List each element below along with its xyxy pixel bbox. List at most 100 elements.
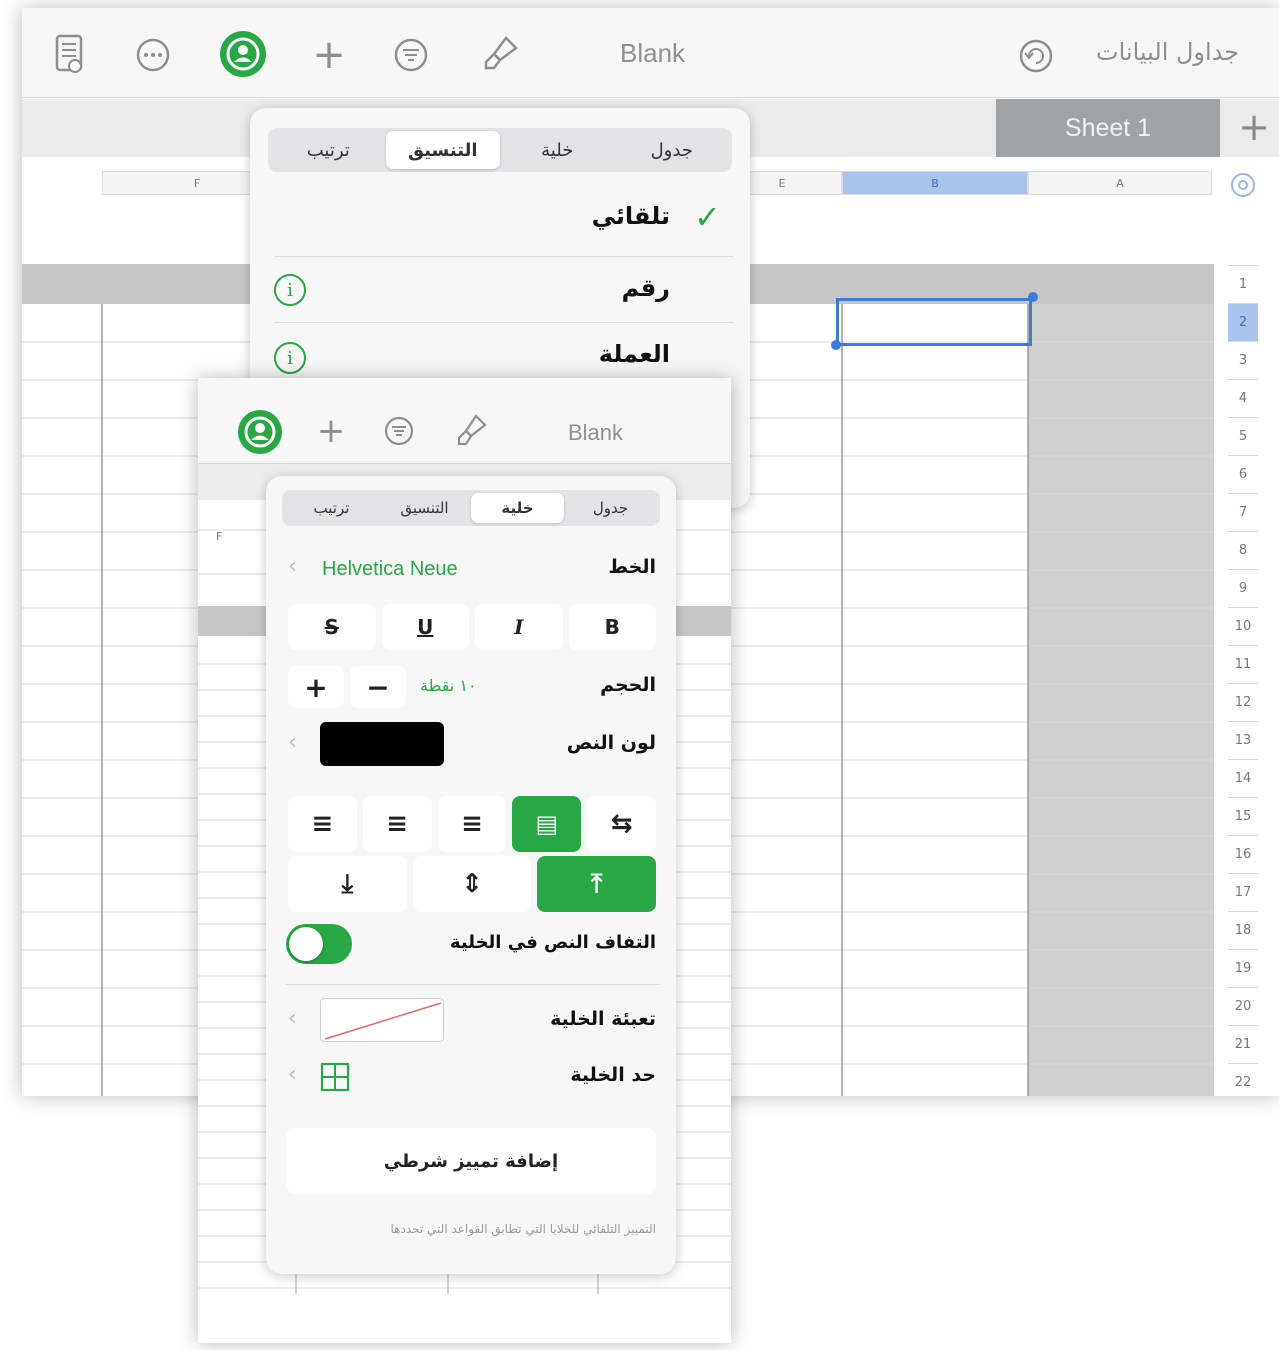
sheet-tab[interactable]: Sheet 1 <box>996 99 1220 157</box>
chevron-left-icon: ‹ <box>288 1006 297 1031</box>
chevron-left-icon: ‹ <box>288 554 297 579</box>
size-decrease-button[interactable]: − <box>350 666 406 708</box>
collaborate-icon[interactable] <box>236 408 284 456</box>
tab-cell[interactable]: خلية <box>471 493 564 523</box>
align-left-icon[interactable]: ≡ <box>288 796 357 852</box>
font-size-value: ١٠ نقطة <box>420 676 477 695</box>
selection-handle-top[interactable] <box>1028 292 1038 302</box>
row-header[interactable]: 17 <box>1228 874 1258 912</box>
tab-arrange[interactable]: ترتيب <box>271 131 386 169</box>
cell-border-icon[interactable] <box>318 1060 352 1094</box>
format-brush-icon[interactable] <box>478 32 522 76</box>
chevron-left-icon: ‹ <box>288 730 297 755</box>
align-right-icon[interactable]: ≡ <box>437 796 507 852</box>
main-toolbar: + Blank جداول البيانات <box>22 8 1279 98</box>
tab-format[interactable]: التنسيق <box>385 131 500 169</box>
row-header[interactable]: 6 <box>1228 456 1258 494</box>
row-header[interactable]: 15 <box>1228 798 1258 836</box>
select-all-icon[interactable] <box>1228 170 1258 200</box>
collaborate-icon[interactable] <box>218 29 268 79</box>
row-header[interactable]: 18 <box>1228 912 1258 950</box>
front-spreadsheet-window: + Blank F جدول خلية التنسيق ترتيب ‹ Helv… <box>198 378 731 1343</box>
row-header[interactable]: 16 <box>1228 836 1258 874</box>
front-toolbar: + Blank <box>198 378 731 464</box>
row-header[interactable]: 10 <box>1228 608 1258 646</box>
document-icon[interactable] <box>52 32 88 76</box>
horizontal-align-buttons: ≡ ≡ ≡ ▤ ⇆ <box>288 796 656 852</box>
row-header[interactable]: 1 <box>1228 266 1258 304</box>
info-icon[interactable]: i <box>274 342 306 374</box>
format-option-number[interactable]: رقم <box>622 274 670 302</box>
row-header[interactable]: 22 <box>1228 1064 1258 1096</box>
format-brush-icon[interactable] <box>452 412 490 450</box>
size-increase-button[interactable]: + <box>288 666 344 708</box>
format-option-automatic[interactable]: تلقائي <box>592 202 670 230</box>
row-header[interactable]: 7 <box>1228 494 1258 532</box>
filter-icon[interactable] <box>382 414 416 448</box>
italic-button[interactable]: I <box>475 604 563 650</box>
bold-button[interactable]: B <box>568 604 656 650</box>
selected-cell[interactable] <box>836 298 1032 346</box>
row-header[interactable]: 5 <box>1228 418 1258 456</box>
tab-cell[interactable]: خلية <box>500 131 615 169</box>
add-icon[interactable]: + <box>310 32 348 78</box>
align-bottom-icon[interactable]: ⤓ <box>288 856 407 912</box>
row-headers: 1 2 3 4 5 6 7 8 9 10 11 12 13 14 15 16 1… <box>1228 208 1258 1096</box>
cell-fill-label: تعبئة الخلية <box>550 1008 656 1030</box>
align-auto-icon[interactable]: ▤ <box>512 796 582 852</box>
app-title[interactable]: جداول البيانات <box>1096 38 1239 66</box>
cell-tab-bar: جدول خلية التنسيق ترتيب <box>282 490 660 526</box>
column-header-f[interactable]: F <box>216 530 222 543</box>
separator <box>286 984 660 985</box>
text-color-swatch[interactable] <box>320 722 444 766</box>
row-header[interactable]: 12 <box>1228 684 1258 722</box>
row-header[interactable]: 8 <box>1228 532 1258 570</box>
row-header[interactable]: 2 <box>1228 304 1258 342</box>
font-name[interactable]: Helvetica Neue <box>322 558 458 581</box>
size-label: الحجم <box>600 674 656 696</box>
underline-button[interactable]: U <box>381 604 469 650</box>
row-header[interactable]: 21 <box>1228 1026 1258 1064</box>
filter-icon[interactable] <box>392 36 430 74</box>
tab-table[interactable]: جدول <box>615 131 730 169</box>
add-icon[interactable]: + <box>314 411 348 451</box>
strikethrough-button[interactable]: S <box>288 604 376 650</box>
tab-table[interactable]: جدول <box>564 493 657 523</box>
row-header[interactable]: 20 <box>1228 988 1258 1026</box>
cell-fill-none-swatch[interactable] <box>320 998 444 1042</box>
tab-format[interactable]: التنسيق <box>378 493 471 523</box>
row-header[interactable]: 4 <box>1228 380 1258 418</box>
format-option-currency[interactable]: العملة <box>599 340 670 368</box>
row-header[interactable]: 3 <box>1228 342 1258 380</box>
text-style-buttons: B I U S <box>288 604 656 650</box>
row-header[interactable]: 11 <box>1228 646 1258 684</box>
align-center-icon[interactable]: ≡ <box>362 796 432 852</box>
align-middle-icon[interactable]: ⇕ <box>412 856 532 912</box>
column-header-a[interactable]: A <box>1028 171 1212 195</box>
more-options-icon[interactable] <box>134 36 172 74</box>
column-header-b[interactable]: B <box>842 171 1028 195</box>
document-title: Blank <box>620 38 686 68</box>
tab-arrange[interactable]: ترتيب <box>285 493 378 523</box>
align-top-icon[interactable]: ⤒ <box>537 856 657 912</box>
text-direction-icon[interactable]: ⇆ <box>587 796 656 852</box>
conditional-highlight-note: التمييز التلقائي للخلايا التي تطابق القو… <box>390 1222 656 1236</box>
row-header[interactable]: 13 <box>1228 722 1258 760</box>
vertical-align-buttons: ⤓ ⇕ ⤒ <box>288 856 657 912</box>
info-icon[interactable]: i <box>274 274 306 306</box>
row-header[interactable]: 9 <box>1228 570 1258 608</box>
font-label: الخط <box>608 556 656 578</box>
cell-format-popover: جدول خلية التنسيق ترتيب ‹ Helvetica Neue… <box>266 476 676 1274</box>
row-header[interactable]: 14 <box>1228 760 1258 798</box>
row-header-blank <box>1228 208 1258 266</box>
text-color-label: لون النص <box>566 732 656 754</box>
selection-handle-bottom[interactable] <box>831 340 841 350</box>
row-header[interactable]: 19 <box>1228 950 1258 988</box>
undo-icon[interactable] <box>1016 36 1056 76</box>
chevron-left-icon: ‹ <box>288 1062 297 1087</box>
add-sheet-icon[interactable]: + <box>1232 105 1276 149</box>
add-conditional-highlight-button[interactable]: إضافة تمييز شرطي <box>286 1128 656 1194</box>
checkmark-icon: ✓ <box>694 198 721 236</box>
wrap-text-toggle[interactable] <box>286 924 352 964</box>
conditional-highlight-label: إضافة تمييز شرطي <box>383 1150 559 1172</box>
